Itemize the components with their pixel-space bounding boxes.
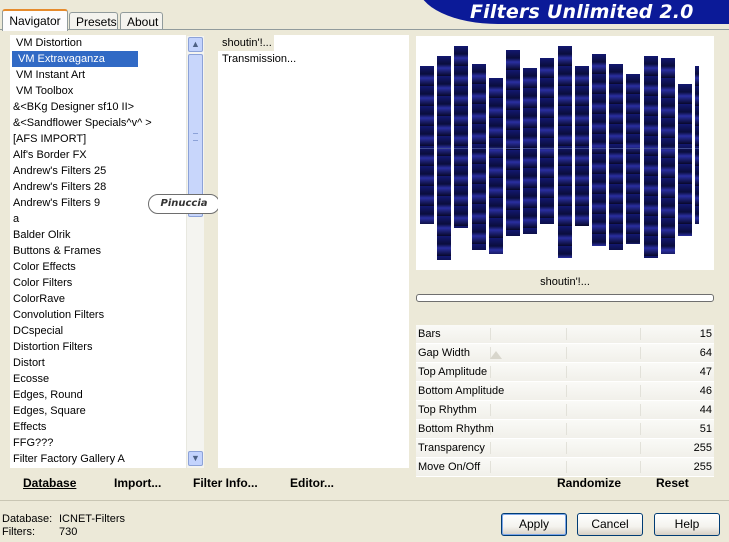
filter-category-item[interactable]: Color Filters xyxy=(10,275,186,291)
preview-bar xyxy=(540,58,555,224)
preview-bar xyxy=(488,78,503,254)
database-value: ICNET-Filters xyxy=(59,513,125,525)
filter-category-item[interactable]: Alf's Border FX xyxy=(10,147,186,163)
filter-category-item[interactable]: &<Sandflower Specials^v^ > xyxy=(10,115,186,131)
preview-bar xyxy=(609,64,624,250)
help-button[interactable]: Help xyxy=(654,513,720,536)
filter-category-item[interactable]: FFG??? xyxy=(10,435,186,451)
chevron-up-icon[interactable]: ▲ xyxy=(188,37,203,52)
filter-category-item[interactable]: Edges, Round xyxy=(10,387,186,403)
param-value: 47 xyxy=(699,366,712,378)
param-name: Move On/Off xyxy=(418,461,481,473)
filter-category-item[interactable]: Effects xyxy=(10,419,186,435)
slider-caret-icon xyxy=(490,351,502,359)
tab-about[interactable]: About xyxy=(120,12,163,30)
cancel-button[interactable]: Cancel xyxy=(577,513,643,536)
randomize-button[interactable]: Randomize xyxy=(557,474,621,492)
param-name: Bars xyxy=(418,328,441,340)
filter-category-item[interactable]: ColorRave xyxy=(10,291,186,307)
filter-category-item[interactable]: Edges, Square xyxy=(10,403,186,419)
param-row[interactable]: Bottom Rhythm 51 xyxy=(416,420,714,439)
filter-category-item[interactable]: &<BKg Designer sf10 II> xyxy=(10,99,186,115)
preview-bar xyxy=(695,66,700,224)
param-name: Bottom Rhythm xyxy=(418,423,494,435)
param-row[interactable]: Bottom Amplitude 46 xyxy=(416,382,714,401)
preview-image xyxy=(416,36,714,270)
column-divider xyxy=(204,36,207,468)
import-button[interactable]: Import... xyxy=(114,474,161,492)
tab-presets[interactable]: Presets xyxy=(69,12,118,30)
filter-category-item[interactable]: Ecosse xyxy=(10,371,186,387)
reset-button[interactable]: Reset xyxy=(656,474,689,492)
param-name: Top Amplitude xyxy=(418,366,488,378)
preview-bar xyxy=(506,50,520,236)
filter-category-item[interactable]: VM Toolbox xyxy=(10,83,186,99)
param-value: 44 xyxy=(699,404,712,416)
param-row[interactable]: Gap Width 64 xyxy=(416,344,714,363)
preview-bar xyxy=(643,56,658,258)
filters-label: Filters: xyxy=(2,526,35,538)
watermark-badge: Pinuccia xyxy=(148,194,220,214)
preset-name: shoutin'!... xyxy=(540,276,590,288)
tab-baseline xyxy=(0,29,729,30)
param-value: 15 xyxy=(699,328,712,340)
preview-bar xyxy=(523,68,538,234)
filter-category-item[interactable]: VM Distortion xyxy=(10,35,186,51)
param-name: Transparency xyxy=(418,442,485,454)
database-label: Database: xyxy=(2,513,53,525)
param-row[interactable]: Top Amplitude 47 xyxy=(416,363,714,382)
filter-category-item[interactable]: Distortion Filters xyxy=(10,339,186,355)
preview-bar xyxy=(557,46,572,258)
param-name: Top Rhythm xyxy=(418,404,477,416)
effect-item[interactable]: shoutin'!... xyxy=(218,35,274,51)
database-button[interactable]: Database xyxy=(23,474,76,492)
preview-bar xyxy=(437,56,452,260)
param-row[interactable]: Bars 15 xyxy=(416,325,714,344)
chevron-down-icon[interactable]: ▼ xyxy=(188,451,203,466)
filters-value: 730 xyxy=(59,526,78,538)
tab-navigator[interactable]: Navigator xyxy=(2,9,68,31)
footer-divider xyxy=(0,500,729,501)
param-value: 64 xyxy=(699,347,712,359)
filter-category-item[interactable]: VM Instant Art xyxy=(10,67,186,83)
param-value: 51 xyxy=(699,423,712,435)
param-value: 46 xyxy=(699,385,712,397)
filter-category-item[interactable]: Balder Olrik xyxy=(10,227,186,243)
effect-item[interactable]: Transmission... xyxy=(218,51,409,67)
filter-category-item[interactable]: Color Effects xyxy=(10,259,186,275)
preview-bar xyxy=(454,46,469,228)
filter-category-item[interactable]: [AFS IMPORT] xyxy=(10,131,186,147)
param-row[interactable]: Transparency 255 xyxy=(416,439,714,458)
preview-bar xyxy=(626,74,641,244)
preview-bar xyxy=(592,54,606,246)
filter-category-item[interactable]: Convolution Filters xyxy=(10,307,186,323)
filter-category-item[interactable]: Distort xyxy=(10,355,186,371)
filter-category-item[interactable]: Buttons & Frames xyxy=(10,243,186,259)
app-title: Filters Unlimited 2.0 xyxy=(470,1,694,23)
filter-info-button[interactable]: Filter Info... xyxy=(193,474,258,492)
preview-bar xyxy=(471,64,486,250)
param-name: Bottom Amplitude xyxy=(418,385,505,397)
progress-bar xyxy=(416,294,714,302)
param-row[interactable]: Top Rhythm 44 xyxy=(416,401,714,420)
filter-category-item[interactable]: Andrew's Filters 25 xyxy=(10,163,186,179)
filter-category-item[interactable]: Filter Factory Gallery A xyxy=(10,451,186,467)
apply-button[interactable]: Apply xyxy=(501,513,567,536)
filter-category-list[interactable]: VM Distortion VM Extravaganza VM Instant A… xyxy=(10,35,186,468)
preview-bar xyxy=(420,66,434,224)
preview-bar xyxy=(660,58,675,254)
param-name: Gap Width xyxy=(418,347,470,359)
effect-list[interactable]: shoutin'!... Transmission... xyxy=(218,35,409,468)
scrollbar-thumb[interactable] xyxy=(188,54,203,217)
param-value: 255 xyxy=(693,442,712,454)
param-value: 255 xyxy=(693,461,712,473)
filter-category-item[interactable]: DCspecial xyxy=(10,323,186,339)
parameter-sliders[interactable]: Bars 15 Gap Width 64 Top Amplitude 47 Bottom A… xyxy=(416,325,714,477)
filter-list-scrollbar[interactable]: ▲ ▼ xyxy=(186,36,204,468)
preview-bar xyxy=(678,84,692,236)
editor-button[interactable]: Editor... xyxy=(290,474,334,492)
filter-category-item[interactable]: VM Extravaganza xyxy=(12,51,138,67)
preview-bar xyxy=(574,66,589,226)
filter-category-item[interactable]: Andrew's Filters 28 xyxy=(10,179,186,195)
